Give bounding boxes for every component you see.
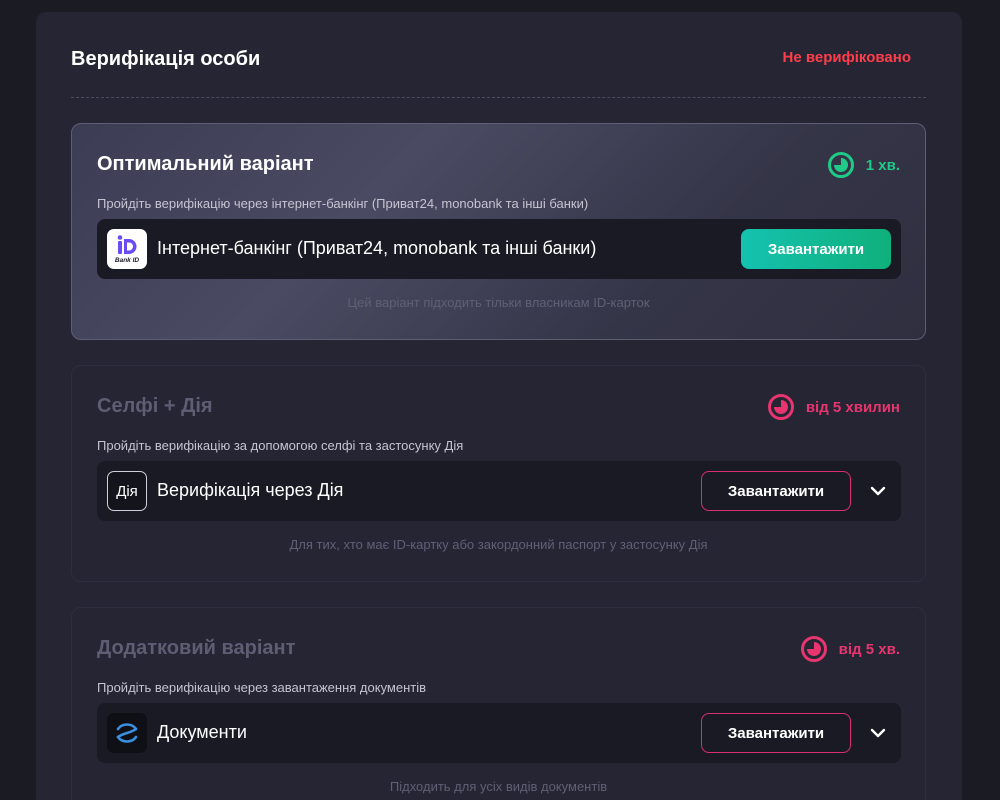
time-text: від 5 хв. bbox=[838, 640, 900, 658]
diia-icon: Дія bbox=[107, 471, 147, 511]
verification-panel: Верифікація особи Не верифіковано Оптима… bbox=[36, 12, 962, 800]
method-label: Документи bbox=[157, 722, 247, 742]
time-text: від 5 хвилин bbox=[805, 398, 900, 416]
method-label: Інтернет-банкінг (Приват24, monobank та … bbox=[157, 238, 597, 258]
timer-icon bbox=[800, 636, 827, 662]
option-card-selfie-diia: Селфі + Дія від 5 хвилин Пройдіть верифі… bbox=[71, 365, 926, 582]
option-title: Оптимальний варіант bbox=[97, 153, 314, 175]
time-estimate: 1 хв. bbox=[827, 152, 900, 178]
page-title: Верифікація особи bbox=[71, 48, 261, 70]
verification-status: Не верифіковано bbox=[782, 49, 911, 66]
option-subtitle: Пройдіть верифікацію через завантаження … bbox=[97, 680, 427, 695]
option-note: Підходить для усіх видів документів bbox=[389, 779, 608, 794]
bankid-logo-text: Bank ID bbox=[115, 257, 140, 264]
option-title: Додатковий варіант bbox=[97, 637, 296, 659]
option-subtitle: Пройдіть верифікацію через інтернет-банк… bbox=[97, 196, 589, 211]
time-estimate: від 5 хв. bbox=[800, 636, 900, 662]
method-label: Верифікація через Дія bbox=[157, 480, 344, 500]
bankid-icon: Bank ID bbox=[107, 229, 147, 269]
method-row-internet-banking: Bank ID Інтернет-банкінг (Приват24, mono… bbox=[97, 219, 901, 279]
time-text: 1 хв. bbox=[865, 156, 900, 174]
documents-icon bbox=[107, 713, 147, 753]
option-card-optimal: Оптимальний варіант 1 хв. Пройдіть вериф… bbox=[71, 123, 926, 340]
timer-icon bbox=[827, 152, 854, 178]
method-row-documents: Документи Завантажити bbox=[97, 703, 901, 763]
upload-button-diia[interactable]: Завантажити bbox=[701, 471, 851, 511]
option-note: Цей варіант підходить тільки власникам I… bbox=[347, 295, 650, 310]
option-note: Для тих, хто має ID-картку або закордонн… bbox=[289, 537, 708, 552]
option-card-documents: Додатковий варіант від 5 хв. Пройдіть ве… bbox=[71, 607, 926, 800]
upload-button-documents[interactable]: Завантажити bbox=[701, 713, 851, 753]
timer-icon bbox=[767, 394, 794, 420]
option-subtitle: Пройдіть верифікацію за допомогою селфі … bbox=[97, 438, 464, 453]
upload-button-internet-banking[interactable]: Завантажити bbox=[741, 229, 891, 269]
option-title: Селфі + Дія bbox=[97, 395, 213, 417]
chevron-down-icon[interactable] bbox=[869, 724, 887, 742]
method-row-diia: Дія Верифікація через Дія Завантажити bbox=[97, 461, 901, 521]
time-estimate: від 5 хвилин bbox=[767, 394, 900, 420]
divider bbox=[71, 97, 926, 98]
chevron-down-icon[interactable] bbox=[869, 482, 887, 500]
